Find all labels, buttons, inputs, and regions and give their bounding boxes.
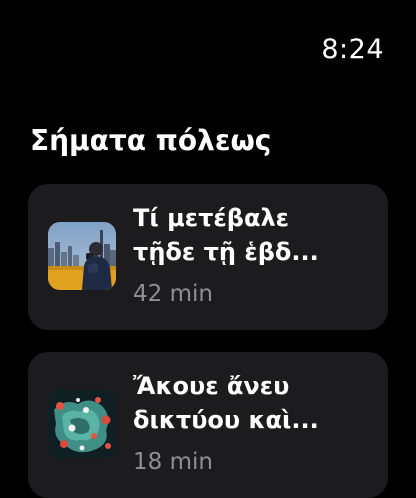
episode-title-line: Ἄκουε ἄνευ bbox=[133, 372, 290, 400]
episode-title-line: δικτύου καὶ... bbox=[133, 406, 319, 434]
city-skyline-person-artwork bbox=[48, 222, 116, 290]
episode-card[interactable]: Τί μετέβαλε τῇδε τῇ ἑβδ... 42 min bbox=[28, 184, 388, 330]
episode-title: Ἄκουε ἄνευ δικτύου καὶ... bbox=[133, 369, 373, 437]
episode-title-line: Τί μετέβαλε bbox=[133, 204, 289, 232]
status-time: 8:24 bbox=[321, 34, 384, 65]
episode-title: Τί μετέβαλε τῇδε τῇ ἑβδ... bbox=[133, 201, 373, 269]
episode-duration: 18 min bbox=[133, 449, 213, 475]
episode-title-line: τῇδε τῇ ἑβδ... bbox=[133, 238, 319, 266]
map-markers-artwork bbox=[48, 390, 116, 458]
episode-card[interactable]: Ἄκουε ἄνευ δικτύου καὶ... 18 min bbox=[28, 352, 388, 498]
section-title[interactable]: Σήματα πόλεως bbox=[30, 124, 271, 157]
episode-duration: 42 min bbox=[133, 281, 213, 307]
